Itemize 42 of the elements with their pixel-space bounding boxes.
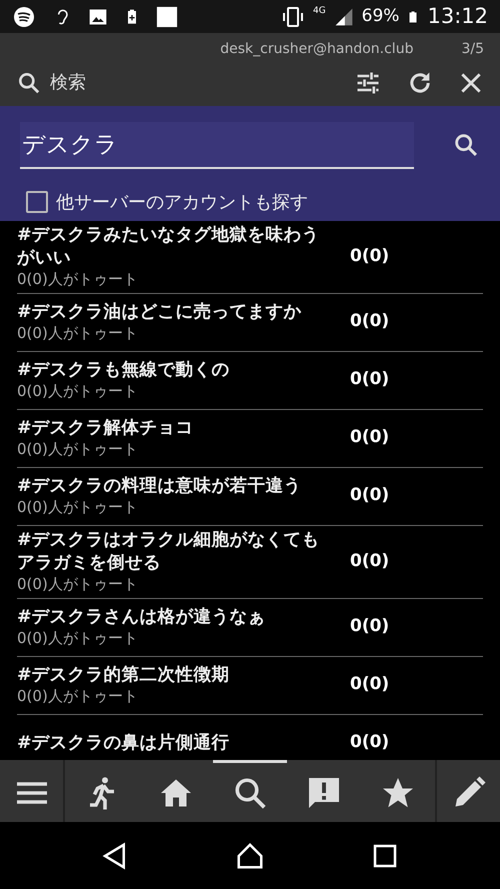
music-app-icon — [12, 4, 36, 28]
toot-count-text: 0(0)人がトゥート — [17, 575, 139, 594]
usage-count: 0(0) — [349, 731, 390, 754]
checkbox[interactable] — [26, 191, 48, 213]
usage-count: 0(0) — [349, 673, 390, 696]
hashtag-title[interactable]: #デスクラ油はどこに売ってますか — [17, 301, 342, 324]
home-button[interactable] — [234, 840, 265, 870]
search-field[interactable]: デスクラ — [20, 122, 414, 168]
toot-count-text: 0(0)人がトゥート — [17, 270, 139, 289]
page-counter: 3/5 — [461, 40, 484, 59]
toot-count-text: 0(0)人がトゥート — [17, 440, 139, 459]
usage-count: 0(0) — [349, 244, 390, 268]
checkbox-label: 他サーバーのアカウントも探す — [56, 190, 308, 214]
toot-count-text: 0(0)人がトゥート — [17, 324, 139, 343]
battery-percent: 69% — [362, 4, 400, 28]
image-icon — [88, 6, 108, 26]
hashtag-title[interactable]: #デスクラの鼻は片側通行 — [17, 732, 342, 754]
toot-count-text: 0(0)人がトゥート — [17, 687, 139, 706]
usage-count: 0(0) — [349, 484, 390, 508]
usage-count: 0(0) — [349, 426, 390, 450]
signal-icon — [334, 6, 354, 26]
toot-count-text: 0(0)人がトゥート — [17, 382, 139, 401]
usage-count: 0(0) — [349, 550, 390, 573]
network-type-label: 4G — [312, 4, 326, 18]
hashtag-title[interactable]: #デスクラの料理は意味が若干違う — [17, 475, 342, 498]
home-icon — [234, 840, 265, 870]
blank-notification-icon — [156, 6, 178, 28]
hashtag-title[interactable]: #デスクラみたいなタグ地獄を味わうがいい — [17, 224, 342, 270]
toot-count-text: 0(0)人がトゥート — [17, 629, 139, 648]
hashtag-title[interactable]: #デスクラも無線で動くの — [17, 359, 342, 382]
hashtag-title[interactable]: #デスクラさんは格が違うなぁ — [17, 606, 342, 629]
hashtag-title[interactable]: #デスクラはオラクル細胞がなくてもアラガミを倒せる — [17, 529, 342, 575]
usage-count: 0(0) — [349, 368, 390, 392]
usage-count: 0(0) — [349, 310, 390, 334]
clock: 13:12 — [427, 2, 488, 30]
vibrate-icon — [280, 4, 305, 28]
hashtag-title[interactable]: #デスクラ的第二次性徴期 — [17, 664, 342, 687]
toot-count-text: 0(0)人がトゥート — [17, 498, 139, 517]
header-title: 検索 — [50, 71, 87, 95]
hashtag-title[interactable]: #デスクラ解体チョコ — [17, 417, 342, 440]
account-name: desk_crusher@handon.club — [220, 40, 414, 59]
usage-count: 0(0) — [349, 615, 390, 638]
